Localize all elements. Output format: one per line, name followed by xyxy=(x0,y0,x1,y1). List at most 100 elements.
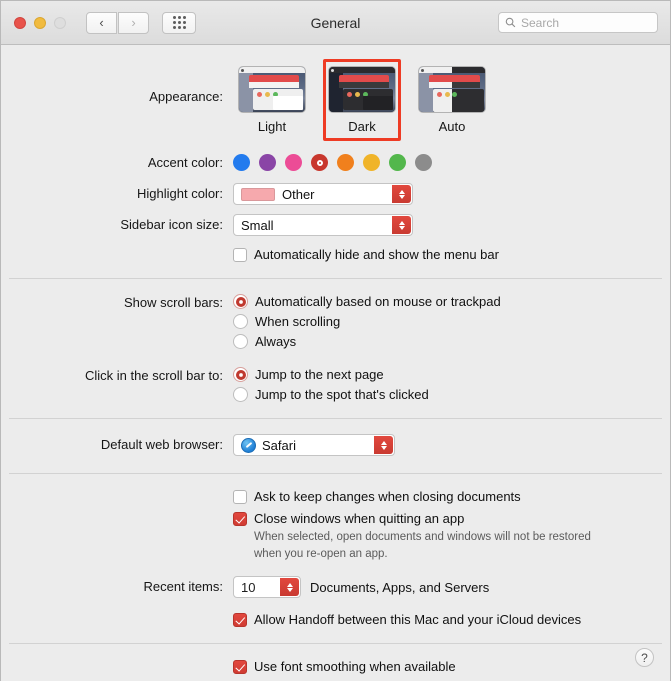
accent-swatch-red[interactable] xyxy=(311,154,328,171)
scroll-bars-option-automatic-label: Automatically based on mouse or trackpad xyxy=(255,294,501,309)
checkbox-indicator xyxy=(233,511,247,526)
search-placeholder: Search xyxy=(521,15,560,30)
auto-hide-menu-bar-label: Automatically hide and show the menu bar xyxy=(254,247,499,262)
auto-theme-preview xyxy=(418,66,486,113)
accent-color-swatches xyxy=(233,154,670,171)
radio-indicator xyxy=(233,334,248,349)
radio-indicator xyxy=(233,387,248,402)
search-input[interactable]: Search xyxy=(498,12,658,33)
appearance-row: Appearance: Light Dark Auto xyxy=(1,45,670,141)
safari-icon xyxy=(241,437,256,453)
accent-color-row: Accent color: xyxy=(1,141,670,171)
show-scroll-bars-label: Show scroll bars: xyxy=(124,295,223,310)
close-windows-note-line2: when you re-open an app. xyxy=(254,547,388,560)
highlight-color-stepper-icon[interactable] xyxy=(392,185,411,203)
back-button[interactable]: ‹ xyxy=(86,11,117,34)
zoom-window-button xyxy=(54,16,66,29)
highlight-color-dropdown[interactable]: Other xyxy=(233,183,413,205)
system-preferences-window: ‹ › General Search Appearance: Light Dar… xyxy=(0,0,671,681)
documents-row: Ask to keep changes when closing documen… xyxy=(1,474,670,562)
sidebar-icon-size-row: Sidebar icon size: Small xyxy=(1,205,670,236)
traffic-light-group xyxy=(14,16,66,29)
recent-items-value: 10 xyxy=(241,579,256,595)
grid-dots-icon xyxy=(172,16,186,29)
highlight-color-value: Other xyxy=(282,186,315,202)
radio-indicator xyxy=(233,314,248,329)
forward-button[interactable]: › xyxy=(118,11,149,34)
accent-swatch-graphite[interactable] xyxy=(415,154,432,171)
scroll-bar-click-row: Click in the scroll bar to: Jump to the … xyxy=(1,354,670,407)
appearance-label-light: Light xyxy=(257,119,287,134)
handoff-row: Allow Handoff between this Mac and your … xyxy=(1,598,670,634)
accent-swatch-purple[interactable] xyxy=(259,154,276,171)
close-window-button[interactable] xyxy=(14,16,26,29)
accent-swatch-pink[interactable] xyxy=(285,154,302,171)
scroll-bars-option-when-scrolling[interactable]: When scrolling xyxy=(233,314,670,329)
appearance-label-dark: Dark xyxy=(348,119,376,134)
font-smoothing-row: Use font smoothing when available xyxy=(1,644,670,681)
ask-keep-changes-checkbox[interactable]: Ask to keep changes when closing documen… xyxy=(233,489,670,504)
default-browser-stepper-icon[interactable] xyxy=(374,436,393,454)
accent-color-label: Accent color: xyxy=(147,155,223,170)
recent-items-suffix: Documents, Apps, and Servers xyxy=(310,579,490,595)
close-windows-checkbox[interactable]: Close windows when quitting an app xyxy=(233,511,670,526)
preferences-content: Appearance: Light Dark Auto Accent color… xyxy=(1,45,670,681)
recent-items-stepper-icon[interactable] xyxy=(280,578,299,597)
scroll-click-option-next-page[interactable]: Jump to the next page xyxy=(233,367,670,382)
accent-swatch-green[interactable] xyxy=(389,154,406,171)
recent-items-row: Recent items: 10 Documents, Apps, and Se… xyxy=(1,562,670,599)
ask-keep-changes-label: Ask to keep changes when closing documen… xyxy=(254,489,521,504)
sidebar-icon-size-stepper-icon[interactable] xyxy=(392,216,411,234)
accent-swatch-yellow[interactable] xyxy=(363,154,380,171)
auto-hide-menu-bar-checkbox[interactable]: Automatically hide and show the menu bar xyxy=(233,247,670,262)
recent-items-stepper[interactable]: 10 xyxy=(233,576,301,599)
menu-bar-row: Automatically hide and show the menu bar xyxy=(1,236,670,269)
appearance-label: Appearance: xyxy=(149,89,223,104)
font-smoothing-label: Use font smoothing when available xyxy=(254,659,456,675)
appearance-option-light[interactable]: Light xyxy=(233,59,311,141)
close-windows-note-line1: When selected, open documents and window… xyxy=(254,531,591,543)
close-windows-note: When selected, open documents and window… xyxy=(254,529,670,562)
sidebar-icon-size-label: Sidebar icon size: xyxy=(120,217,223,232)
appearance-option-auto[interactable]: Auto xyxy=(413,59,491,141)
close-windows-label: Close windows when quitting an app xyxy=(254,511,465,526)
scroll-bars-option-when-scrolling-label: When scrolling xyxy=(255,314,341,329)
highlight-color-row: Highlight color: Other xyxy=(1,171,670,205)
window-titlebar: ‹ › General Search xyxy=(1,1,670,45)
default-browser-label: Default web browser: xyxy=(100,437,223,452)
accent-swatch-orange[interactable] xyxy=(337,154,354,171)
appearance-option-dark[interactable]: Dark xyxy=(323,59,401,141)
highlight-color-swatch xyxy=(241,187,275,201)
radio-indicator xyxy=(233,294,248,309)
font-smoothing-checkbox[interactable]: Use font smoothing when available xyxy=(233,659,670,674)
appearance-options: Light Dark Auto xyxy=(233,59,670,141)
scroll-click-option-next-page-label: Jump to the next page xyxy=(255,367,384,382)
dark-theme-preview xyxy=(328,66,396,113)
scroll-bars-option-always-label: Always xyxy=(255,334,297,349)
search-icon xyxy=(505,17,516,28)
show-all-icon[interactable] xyxy=(162,11,196,34)
light-theme-preview xyxy=(238,66,306,113)
handoff-checkbox[interactable]: Allow Handoff between this Mac and your … xyxy=(233,612,670,627)
default-browser-value: Safari xyxy=(262,437,296,453)
checkbox-indicator xyxy=(233,489,247,504)
highlight-color-label: Highlight color: xyxy=(137,186,223,201)
default-browser-row: Default web browser: Safari xyxy=(1,419,670,456)
scroll-bars-option-always[interactable]: Always xyxy=(233,334,670,349)
scroll-click-option-spot-clicked[interactable]: Jump to the spot that's clicked xyxy=(233,387,670,402)
scroll-bar-click-label: Click in the scroll bar to: xyxy=(85,368,223,383)
default-browser-dropdown[interactable]: Safari xyxy=(233,434,395,456)
accent-swatch-blue[interactable] xyxy=(233,154,250,171)
recent-items-label: Recent items: xyxy=(143,579,223,595)
scroll-click-option-spot-clicked-label: Jump to the spot that's clicked xyxy=(255,387,429,402)
appearance-label-auto: Auto xyxy=(438,119,466,134)
show-scroll-bars-row: Show scroll bars: Automatically based on… xyxy=(1,279,670,354)
sidebar-icon-size-value: Small xyxy=(241,217,274,233)
handoff-label: Allow Handoff between this Mac and your … xyxy=(254,612,582,628)
navigation-buttons: ‹ › xyxy=(86,11,149,34)
checkbox-indicator xyxy=(233,612,247,627)
checkbox-indicator xyxy=(233,247,247,262)
scroll-bars-option-automatic[interactable]: Automatically based on mouse or trackpad xyxy=(233,294,670,309)
minimize-window-button[interactable] xyxy=(34,16,46,29)
sidebar-icon-size-dropdown[interactable]: Small xyxy=(233,214,413,236)
